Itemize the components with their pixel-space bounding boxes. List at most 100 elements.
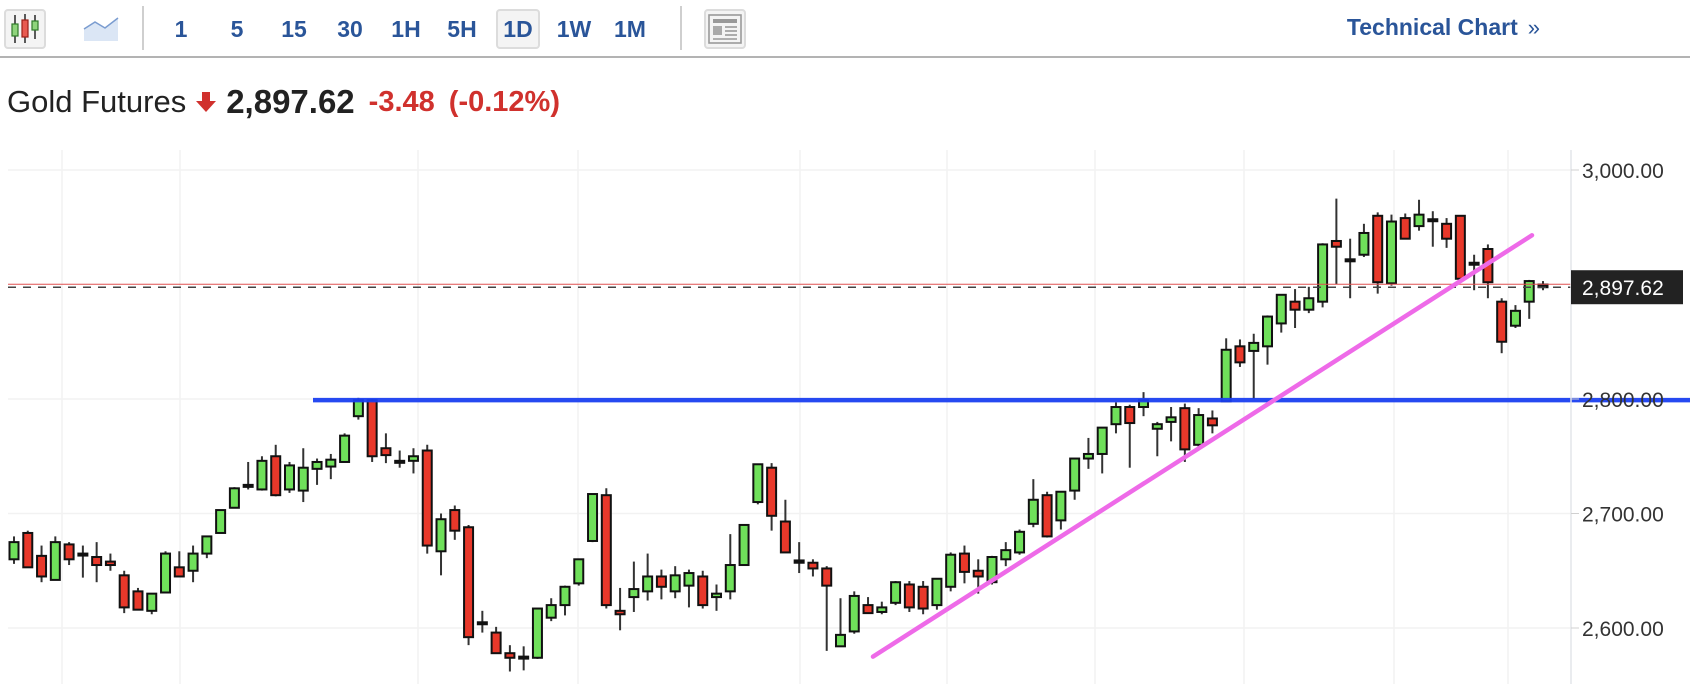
candle — [1454, 214, 1466, 282]
candle — [1496, 298, 1508, 354]
candle-body-up — [1151, 423, 1163, 430]
candle-body-up — [1248, 341, 1260, 352]
candle-body-down — [1330, 239, 1342, 248]
layout-button[interactable] — [704, 9, 746, 49]
candle — [325, 453, 337, 480]
price-change: -3.48 — [368, 85, 435, 118]
candle — [779, 499, 791, 554]
candle — [628, 561, 640, 612]
candle-body-up — [545, 604, 557, 619]
interval-1d[interactable]: 1D — [496, 9, 540, 49]
candle — [1248, 333, 1260, 399]
candle — [697, 570, 709, 609]
area-chart-icon — [83, 17, 119, 41]
candle-body-up — [531, 607, 543, 659]
candle-body-up — [559, 585, 571, 607]
candle-body-up — [1275, 293, 1287, 325]
candle-body-up — [834, 633, 846, 648]
candle — [1055, 490, 1067, 530]
candle — [1138, 392, 1150, 417]
candle-body-up — [669, 574, 681, 593]
candle — [683, 569, 695, 608]
y-tick-label: 2,800.00 — [1582, 389, 1664, 412]
candle-body-up — [1193, 414, 1205, 446]
candle-body-down — [421, 449, 433, 547]
interval-15[interactable]: 15 — [277, 9, 311, 49]
candle — [366, 399, 378, 462]
interval-1m[interactable]: 1M — [610, 9, 650, 49]
candle-body-down — [1496, 300, 1508, 343]
candle-body-down — [270, 455, 282, 497]
candle-body-up — [1014, 530, 1026, 554]
candle-body-up — [1317, 243, 1329, 303]
candlestick-chart[interactable]: 3,000.00 2,800.00 2,700.00 2,600.00 2,897.62 — [0, 150, 1690, 684]
candle — [1372, 212, 1384, 294]
candle — [931, 577, 943, 610]
interval-5h[interactable]: 5H — [442, 9, 482, 49]
candle — [1275, 293, 1287, 333]
area-chart-button[interactable] — [80, 9, 122, 49]
candle — [1523, 279, 1535, 319]
candle-body-up — [1110, 406, 1122, 426]
interval-1[interactable]: 1 — [168, 9, 194, 49]
last-price-tag-label: 2,897.62 — [1582, 277, 1664, 300]
candle-body-up — [724, 564, 736, 593]
candle — [600, 488, 612, 609]
candle — [559, 585, 571, 616]
technical-chart-link[interactable]: Technical Chart » — [1347, 14, 1540, 41]
interval-30[interactable]: 30 — [332, 9, 368, 49]
candle-body-down — [1289, 300, 1301, 311]
candle-body-up — [49, 541, 61, 581]
candle — [91, 542, 103, 583]
candle-body-down — [91, 556, 103, 567]
candle — [187, 545, 199, 583]
candle — [1537, 281, 1549, 291]
candle-body-up — [1000, 549, 1012, 561]
candle — [1317, 243, 1329, 308]
candle-body-down — [862, 604, 874, 615]
candle-body-up — [945, 553, 957, 588]
toolbar-divider — [680, 6, 682, 50]
candle-body-down — [697, 575, 709, 607]
candle-body-down — [793, 559, 805, 564]
candle — [297, 448, 309, 503]
candle-body-down — [958, 552, 970, 573]
candle-body-up — [642, 575, 654, 593]
candle — [1096, 426, 1108, 474]
interval-5[interactable]: 5 — [224, 9, 250, 49]
candle-body-up — [8, 541, 20, 561]
candle-body-down — [600, 494, 612, 607]
candle — [1482, 244, 1494, 299]
y-tick-label: 3,000.00 — [1582, 160, 1664, 183]
candle — [793, 542, 805, 574]
candle — [463, 524, 475, 646]
candle — [146, 592, 158, 615]
candle-body-down — [394, 459, 406, 464]
candle — [1509, 305, 1521, 329]
candle — [1358, 223, 1370, 258]
candle-body-up — [876, 606, 888, 613]
candle-body-down — [766, 466, 778, 517]
candle — [807, 559, 819, 577]
candle — [1082, 437, 1094, 469]
candle — [945, 552, 957, 592]
candlestick-chart-button[interactable] — [4, 9, 46, 49]
interval-1h[interactable]: 1H — [388, 9, 424, 49]
candle — [1193, 408, 1205, 449]
candles — [8, 198, 1549, 672]
candle — [587, 493, 599, 543]
candle — [1399, 213, 1411, 240]
candle — [1330, 198, 1342, 285]
candle-body-up — [160, 552, 172, 594]
candle — [8, 536, 20, 564]
candle — [1427, 211, 1439, 247]
candle — [545, 598, 557, 622]
candle-body-down — [779, 520, 791, 554]
candle — [63, 542, 75, 566]
candle — [311, 458, 323, 485]
candle-body-up — [311, 460, 323, 470]
candle-body-up — [1427, 218, 1439, 223]
candle — [573, 558, 585, 586]
interval-1w[interactable]: 1W — [554, 9, 594, 49]
candle — [917, 581, 929, 615]
